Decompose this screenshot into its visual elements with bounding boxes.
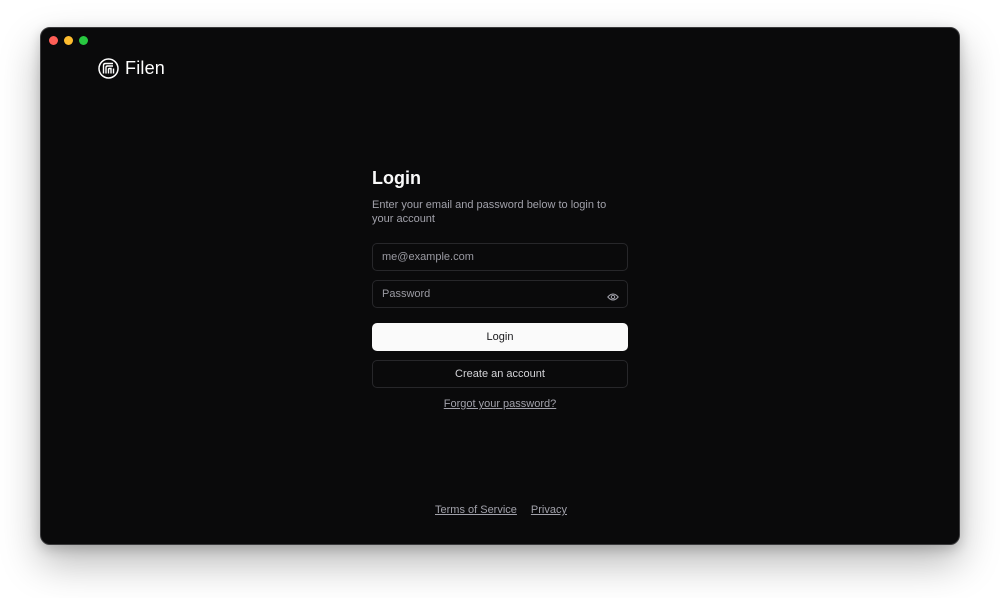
login-form: Login Enter your email and password belo… — [372, 168, 628, 410]
app-window: Filen Login Enter your email and passwor… — [40, 27, 960, 545]
close-window-button[interactable] — [49, 36, 58, 45]
brand-name: Filen — [125, 58, 166, 78]
privacy-link[interactable]: Privacy — [531, 504, 567, 516]
window-controls — [49, 36, 88, 45]
login-subtitle: Enter your email and password below to l… — [372, 199, 607, 225]
email-field[interactable] — [373, 244, 627, 270]
footer: Terms of Service Privacy — [41, 504, 959, 516]
password-field-wrapper — [372, 280, 628, 308]
forgot-password-link[interactable]: Forgot your password? — [372, 398, 628, 410]
create-account-button[interactable]: Create an account — [372, 360, 628, 388]
password-field[interactable] — [373, 281, 627, 307]
login-button[interactable]: Login — [372, 323, 628, 351]
minimize-window-button[interactable] — [64, 36, 73, 45]
page-title: Login — [372, 168, 421, 188]
maximize-window-button[interactable] — [79, 36, 88, 45]
brand: Filen — [98, 58, 165, 79]
terms-of-service-link[interactable]: Terms of Service — [435, 504, 517, 516]
filen-logo-icon — [98, 58, 119, 79]
email-field-wrapper — [372, 243, 628, 271]
eye-icon[interactable] — [607, 289, 619, 301]
